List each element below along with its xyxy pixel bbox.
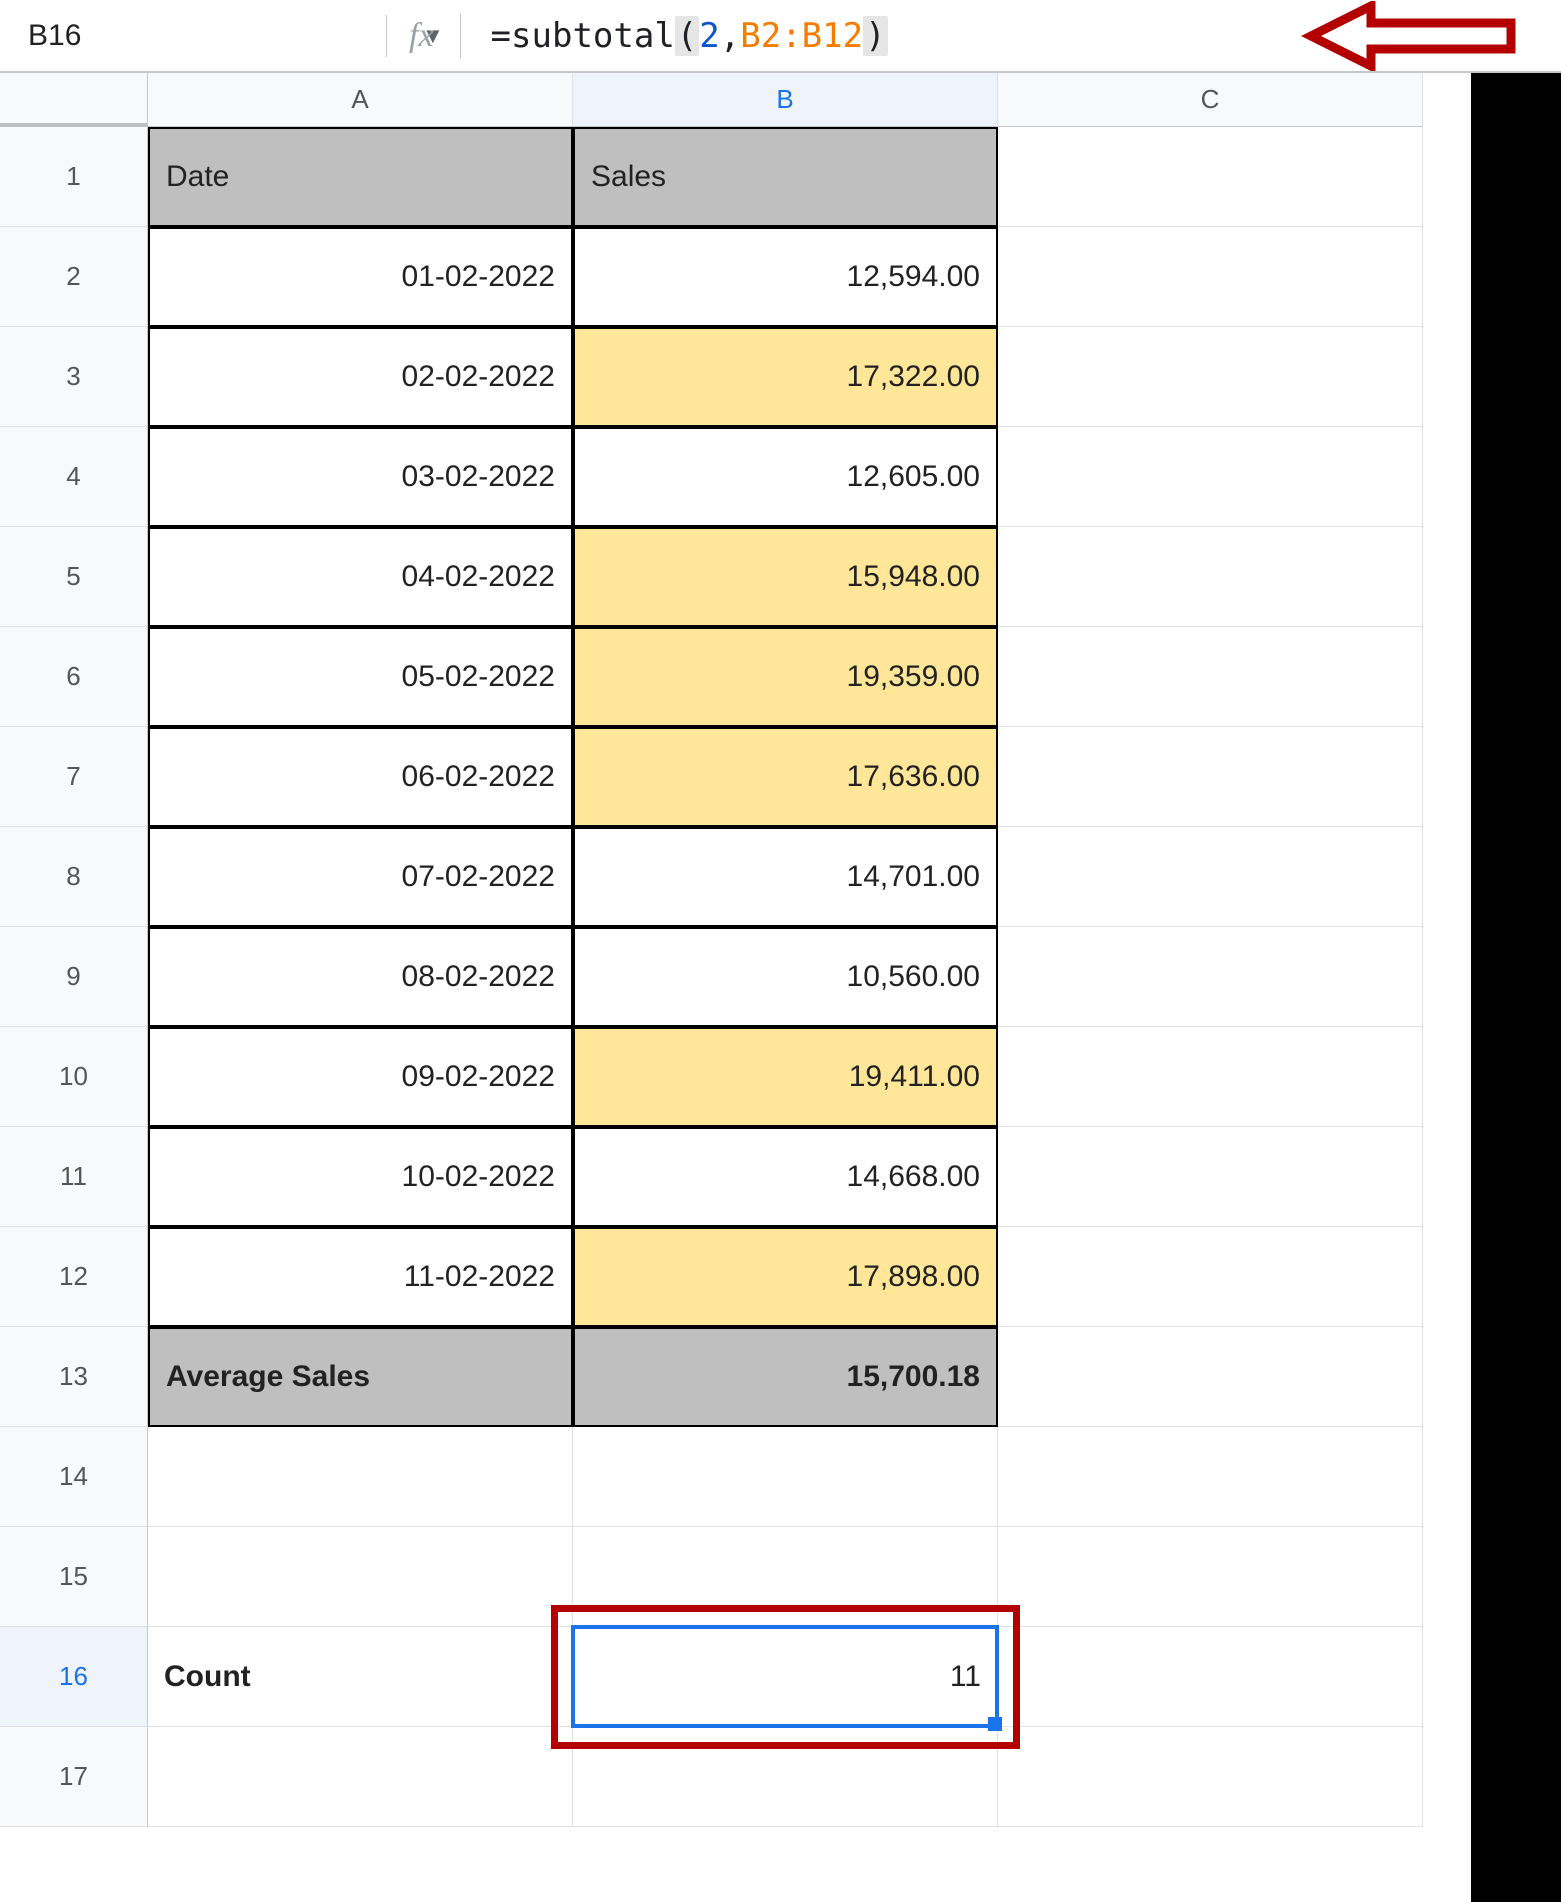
- cell-a12[interactable]: 11-02-2022: [148, 1227, 573, 1327]
- cell-b15[interactable]: [573, 1527, 998, 1627]
- cell-b17[interactable]: [573, 1727, 998, 1827]
- cell-b12[interactable]: 17,898.00: [573, 1227, 998, 1327]
- col-head-a[interactable]: A: [148, 73, 573, 127]
- cell-c3[interactable]: [998, 327, 1423, 427]
- cell-a2[interactable]: 01-02-2022: [148, 227, 573, 327]
- row-head[interactable]: 16: [0, 1627, 148, 1727]
- cell-a6[interactable]: 05-02-2022: [148, 627, 573, 727]
- cell-b6[interactable]: 19,359.00: [573, 627, 998, 727]
- formula-eq: =: [491, 16, 511, 56]
- cell-c7[interactable]: [998, 727, 1423, 827]
- col-head-c[interactable]: C: [998, 73, 1423, 127]
- formula-bar: ▼ fx = subtotal ( 2 , B2:B12 ): [0, 0, 1561, 72]
- divider: [386, 15, 387, 57]
- row-head[interactable]: 7: [0, 727, 148, 827]
- cell-b9[interactable]: 10,560.00: [573, 927, 998, 1027]
- cell-c13[interactable]: [998, 1327, 1423, 1427]
- cell-c4[interactable]: [998, 427, 1423, 527]
- cell-b16[interactable]: 11: [573, 1627, 998, 1727]
- cell-c11[interactable]: [998, 1127, 1423, 1227]
- name-box-wrap[interactable]: ▼: [4, 0, 364, 71]
- cell-c9[interactable]: [998, 927, 1423, 1027]
- cell-a10[interactable]: 09-02-2022: [148, 1027, 573, 1127]
- cell-b14[interactable]: [573, 1427, 998, 1527]
- row-head[interactable]: 11: [0, 1127, 148, 1227]
- cell-a1[interactable]: Date: [148, 127, 573, 227]
- row-head[interactable]: 1: [0, 127, 148, 227]
- row-head[interactable]: 10: [0, 1027, 148, 1127]
- row-head[interactable]: 5: [0, 527, 148, 627]
- cell-a9[interactable]: 08-02-2022: [148, 927, 573, 1027]
- cell-a17[interactable]: [148, 1727, 573, 1827]
- cell-c15[interactable]: [998, 1527, 1423, 1627]
- cell-c6[interactable]: [998, 627, 1423, 727]
- cell-c17[interactable]: [998, 1727, 1423, 1827]
- cell-c2[interactable]: [998, 227, 1423, 327]
- col-head-b[interactable]: B: [573, 73, 998, 127]
- formula-comma: ,: [720, 16, 740, 56]
- cell-a8[interactable]: 07-02-2022: [148, 827, 573, 927]
- cell-b8[interactable]: 14,701.00: [573, 827, 998, 927]
- cell-a5[interactable]: 04-02-2022: [148, 527, 573, 627]
- cell-c10[interactable]: [998, 1027, 1423, 1127]
- name-box[interactable]: [26, 18, 416, 54]
- cell-a13[interactable]: Average Sales: [148, 1327, 573, 1427]
- cell-a16[interactable]: Count: [148, 1627, 573, 1727]
- row-head[interactable]: 3: [0, 327, 148, 427]
- cell-a3[interactable]: 02-02-2022: [148, 327, 573, 427]
- cell-c14[interactable]: [998, 1427, 1423, 1527]
- formula-input[interactable]: = subtotal ( 2 , B2:B12 ): [483, 16, 888, 56]
- cell-a7[interactable]: 06-02-2022: [148, 727, 573, 827]
- spreadsheet-grid[interactable]: A B C 1 Date Sales 201-02-202212,594.00 3…: [0, 72, 1561, 1827]
- divider: [460, 14, 461, 58]
- cell-c1[interactable]: [998, 127, 1423, 227]
- row-head[interactable]: 6: [0, 627, 148, 727]
- formula-range: B2:B12: [740, 16, 863, 56]
- cell-b3[interactable]: 17,322.00: [573, 327, 998, 427]
- cell-b1[interactable]: Sales: [573, 127, 998, 227]
- formula-open: (: [675, 16, 699, 56]
- cell-b4[interactable]: 12,605.00: [573, 427, 998, 527]
- cell-a4[interactable]: 03-02-2022: [148, 427, 573, 527]
- row-head[interactable]: 9: [0, 927, 148, 1027]
- formula-num: 2: [699, 16, 719, 56]
- cell-b10[interactable]: 19,411.00: [573, 1027, 998, 1127]
- row-head[interactable]: 14: [0, 1427, 148, 1527]
- row-head[interactable]: 12: [0, 1227, 148, 1327]
- cell-a14[interactable]: [148, 1427, 573, 1527]
- formula-close: ): [863, 16, 887, 56]
- row-head[interactable]: 13: [0, 1327, 148, 1427]
- row-head[interactable]: 15: [0, 1527, 148, 1627]
- cell-a11[interactable]: 10-02-2022: [148, 1127, 573, 1227]
- row-head[interactable]: 8: [0, 827, 148, 927]
- row-head[interactable]: 4: [0, 427, 148, 527]
- formula-fn: subtotal: [511, 16, 675, 56]
- cell-a15[interactable]: [148, 1527, 573, 1627]
- row-head[interactable]: 2: [0, 227, 148, 327]
- cell-b5[interactable]: 15,948.00: [573, 527, 998, 627]
- cell-c16[interactable]: [998, 1627, 1423, 1727]
- row-head[interactable]: 17: [0, 1727, 148, 1827]
- cell-b7[interactable]: 17,636.00: [573, 727, 998, 827]
- cell-c12[interactable]: [998, 1227, 1423, 1327]
- cell-b13[interactable]: 15,700.18: [573, 1327, 998, 1427]
- fx-icon[interactable]: fx: [409, 17, 434, 55]
- select-all-corner[interactable]: [0, 73, 148, 127]
- cell-c5[interactable]: [998, 527, 1423, 627]
- cell-b2[interactable]: 12,594.00: [573, 227, 998, 327]
- arrow-left-icon: [1301, 1, 1521, 71]
- cell-c8[interactable]: [998, 827, 1423, 927]
- cell-b11[interactable]: 14,668.00: [573, 1127, 998, 1227]
